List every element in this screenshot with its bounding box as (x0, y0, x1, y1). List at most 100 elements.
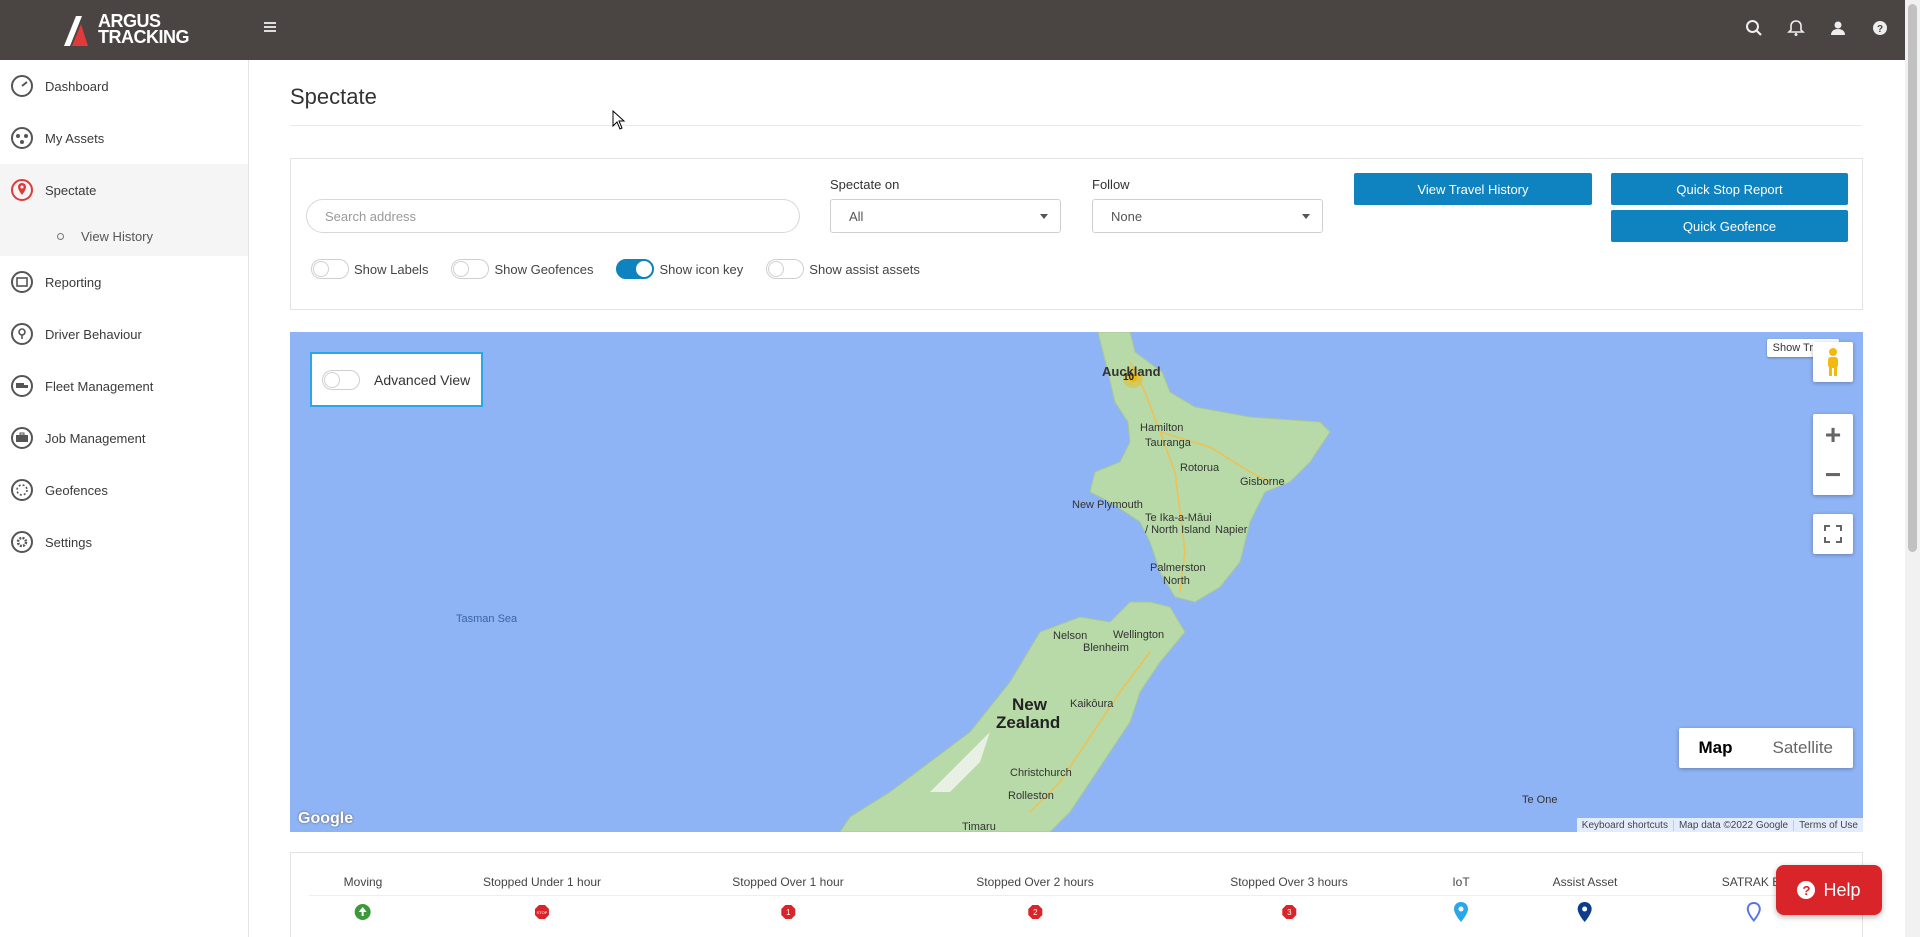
toggle-label: Show icon key (659, 261, 744, 277)
view-travel-history-button[interactable]: View Travel History (1354, 173, 1592, 205)
spectate-on-label: Spectate on (830, 177, 900, 192)
zoom-out-button[interactable]: − (1813, 455, 1853, 495)
legend-label: Stopped Over 1 hour (732, 875, 844, 889)
map-label-te-ika: Te Ika-a-Māui (1145, 512, 1212, 524)
show-assist-assets-toggle[interactable]: Show assist assets (766, 259, 920, 279)
map-label-timaru: Timaru (962, 821, 996, 832)
map-attribution: Keyboard shortcuts Map data ©2022 Google… (1576, 818, 1863, 832)
toggle-switch[interactable] (766, 259, 805, 279)
sidebar-item-label: Geofences (45, 482, 108, 498)
show-geofences-toggle[interactable]: Show Geofences (451, 259, 593, 279)
follow-select[interactable]: None (1092, 199, 1323, 233)
icon-key-panel: Moving Stopped Under 1 hour STOP Stopped… (290, 852, 1863, 937)
map-label-tasman-sea: Tasman Sea (456, 613, 518, 625)
terms-of-use-link[interactable]: Terms of Use (1793, 819, 1863, 831)
map-view[interactable]: Auckland 10 Hamilton Tauranga Rotorua Gi… (290, 332, 1863, 832)
quick-stop-report-button[interactable]: Quick Stop Report (1611, 173, 1848, 205)
svg-text:STOP: STOP (537, 910, 548, 915)
help-button[interactable]: ? Help (1776, 865, 1882, 915)
svg-text:?: ? (1877, 24, 1883, 35)
map-label-napier: Napier (1215, 524, 1248, 536)
hamburger-menu-icon[interactable] (264, 22, 276, 34)
sidebar-item-reporting[interactable]: Reporting (0, 256, 248, 308)
follow-value: None (1111, 208, 1143, 224)
legend-item-stopped-over-3h: Stopped Over 3 hours 3 (1230, 875, 1348, 928)
cluster-count[interactable]: 10 (1123, 372, 1134, 383)
map-label-blenheim: Blenheim (1083, 642, 1129, 654)
toggle-switch[interactable] (322, 369, 360, 390)
argus-logo[interactable]: ARGUS TRACKING (62, 12, 190, 46)
sidebar-item-settings[interactable]: Settings (0, 516, 248, 568)
sidebar-item-label: Driver Behaviour (45, 326, 142, 342)
assist-pin-icon (1578, 902, 1592, 922)
map-label-nelson: Nelson (1053, 630, 1088, 642)
search-address-input[interactable]: Search address (306, 199, 800, 233)
iot-pin-icon (1454, 902, 1468, 922)
toggle-switch[interactable] (451, 259, 490, 279)
sidebar-item-spectate[interactable]: Spectate (0, 164, 248, 216)
legend-label: Stopped Under 1 hour (482, 875, 602, 889)
bullet-icon (57, 232, 64, 240)
spectate-on-select[interactable]: All (830, 199, 1061, 233)
advanced-view-label: Advanced View (374, 371, 471, 388)
zoom-in-button[interactable]: + (1813, 415, 1853, 455)
map-label-christchurch: Christchurch (1010, 767, 1072, 779)
sidebar-item-driver-behaviour[interactable]: Driver Behaviour (0, 308, 248, 360)
sidebar-item-label: Spectate (45, 182, 97, 198)
chevron-down-icon (1040, 214, 1048, 219)
page-scrollbar[interactable] (1905, 0, 1920, 937)
map-pin-icon (11, 179, 33, 201)
show-icon-key-toggle[interactable]: Show icon key (616, 259, 743, 279)
sidebar-item-label: Dashboard (45, 78, 109, 94)
keyboard-shortcuts-link[interactable]: Keyboard shortcuts (1577, 820, 1673, 831)
help-label: Help (1823, 879, 1861, 900)
sidebar-item-my-assets[interactable]: My Assets (0, 112, 248, 164)
legend-label: Stopped Over 3 hours (1230, 875, 1348, 889)
chevron-down-icon (1302, 214, 1310, 219)
search-icon[interactable] (1745, 19, 1763, 37)
show-labels-toggle[interactable]: Show Labels (311, 259, 428, 279)
map-label-te-one: Te One (1522, 794, 1558, 806)
map-label-zealand: Zealand (996, 713, 1061, 732)
map-label-north: North (1163, 575, 1190, 587)
toggle-switch[interactable] (311, 259, 349, 279)
sidebar-item-job-management[interactable]: Job Management (0, 412, 248, 464)
title-divider (290, 125, 1862, 126)
spectate-controls-panel: Search address Spectate on All Follow No… (290, 158, 1863, 310)
svg-text:1: 1 (786, 908, 791, 917)
sidebar-item-geofences[interactable]: Geofences (0, 464, 248, 516)
fullscreen-icon[interactable] (1813, 514, 1853, 554)
map-type-satellite-button[interactable]: Satellite (1753, 728, 1853, 768)
briefcase-icon (11, 427, 33, 449)
spectate-on-value: All (849, 208, 864, 224)
street-view-pegman-icon[interactable] (1813, 342, 1853, 382)
top-bar: ARGUS TRACKING ? (0, 0, 1905, 60)
legend-label: Moving (343, 875, 383, 889)
scrollbar-thumb[interactable] (1908, 4, 1917, 552)
legend-item-stopped-under-1h: Stopped Under 1 hour STOP (483, 875, 601, 928)
question-icon[interactable]: ? (1871, 19, 1889, 37)
sidebar-item-fleet-management[interactable]: Fleet Management (0, 360, 248, 412)
map-type-map-button[interactable]: Map (1679, 728, 1753, 768)
report-icon (11, 271, 33, 293)
toggle-label: Show Geofences (494, 261, 594, 277)
map-label-kaikoura: Kaikōura (1070, 698, 1114, 710)
user-icon[interactable] (1829, 19, 1847, 37)
advanced-view-toggle[interactable]: Advanced View (310, 352, 483, 407)
legend-label: IoT (1452, 875, 1470, 889)
sidebar-item-label: Job Management (45, 430, 146, 446)
quick-geofence-button[interactable]: Quick Geofence (1611, 210, 1848, 242)
map-label-new: New (1012, 695, 1047, 714)
map-label-rolleston: Rolleston (1008, 790, 1054, 802)
sidebar-item-dashboard[interactable]: Dashboard (0, 60, 248, 112)
bell-icon[interactable] (1787, 19, 1805, 37)
sidebar: Dashboard My Assets Spectate View Histor… (0, 60, 249, 937)
legend-label: Stopped Over 2 hours (976, 875, 1094, 889)
map-type-control: Map Satellite (1678, 728, 1853, 768)
map-label-hamilton: Hamilton (1140, 422, 1184, 434)
toggle-switch[interactable] (616, 259, 655, 279)
map-label-wellington: Wellington (1113, 629, 1165, 641)
svg-text:3: 3 (1287, 908, 1292, 917)
sidebar-subitem-view-history[interactable]: View History (0, 216, 248, 256)
legend-label: Assist Asset (1552, 875, 1618, 889)
